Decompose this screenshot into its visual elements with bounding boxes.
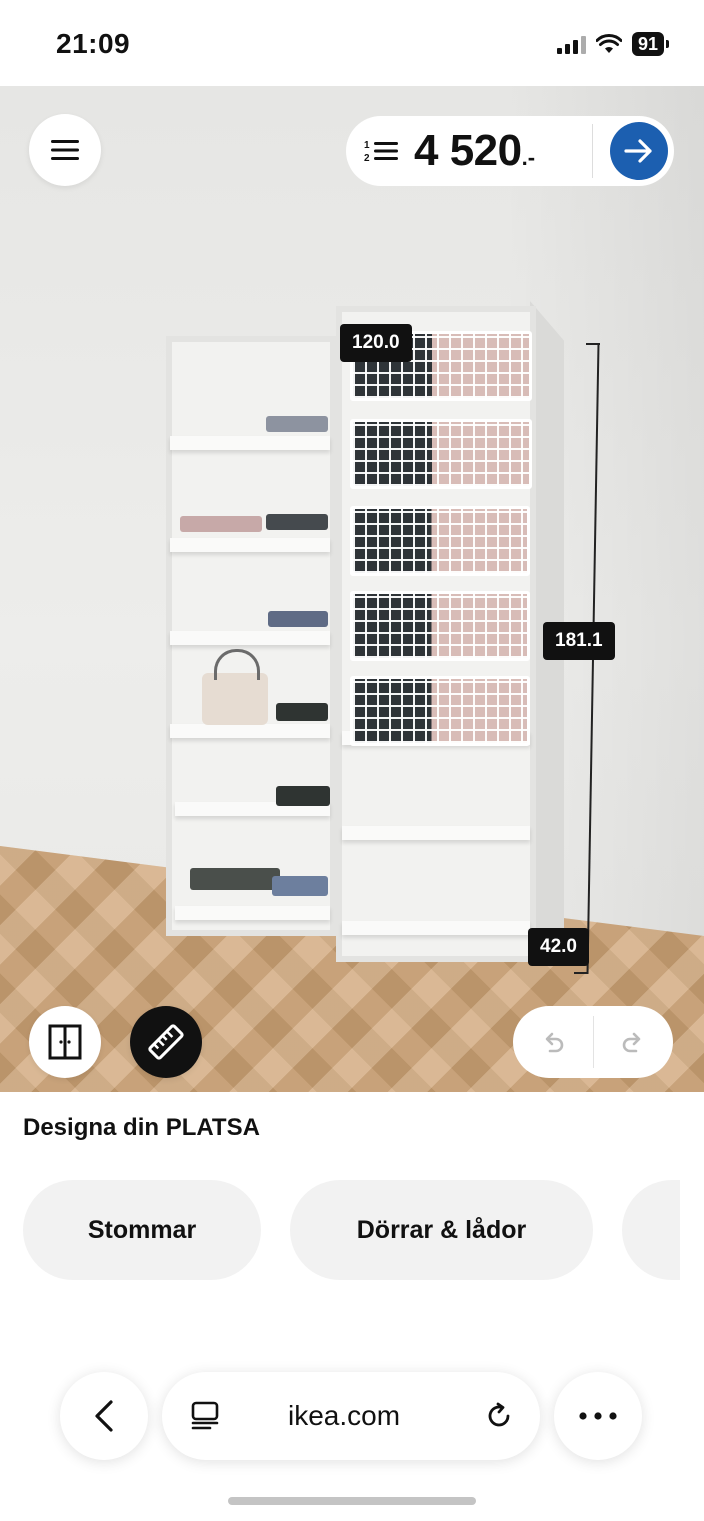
measure-cap — [586, 343, 600, 345]
page-icon — [191, 1401, 219, 1430]
chip-stommar[interactable]: Stommar — [23, 1180, 261, 1280]
svg-text:1: 1 — [364, 140, 370, 151]
folded-clothes — [272, 876, 328, 896]
hamburger-menu-icon — [51, 140, 79, 160]
reload-icon[interactable] — [484, 1401, 514, 1431]
status-time: 21:09 — [56, 28, 131, 59]
wire-basket — [350, 419, 532, 489]
cellular-signal-icon — [556, 34, 586, 54]
platsa-wardrobe-model[interactable]: 120.0 181.1 42.0 — [0, 86, 704, 1092]
shelf — [170, 436, 330, 450]
shelf — [170, 724, 330, 738]
double-door-icon — [48, 1024, 82, 1060]
folded-clothes — [266, 514, 328, 530]
chip-more[interactable] — [622, 1180, 680, 1280]
more-button[interactable] — [554, 1372, 642, 1460]
browser-toolbar: ikea.com — [0, 1360, 704, 1521]
doors-toggle-button[interactable] — [29, 1006, 101, 1078]
measure-cap — [574, 972, 588, 974]
divider — [592, 124, 593, 178]
numbered-list-icon: 1 2 — [364, 140, 398, 164]
undo-button[interactable] — [513, 1006, 593, 1078]
back-button[interactable] — [60, 1372, 148, 1460]
price-suffix: .- — [521, 145, 536, 170]
ruler-icon — [148, 1024, 184, 1060]
panel-title: Designa din PLATSA — [23, 1114, 260, 1141]
wifi-icon — [595, 34, 622, 53]
handbag — [202, 649, 268, 725]
home-indicator — [228, 1497, 476, 1505]
folded-clothes — [268, 611, 328, 627]
shelf — [342, 921, 530, 935]
measure-toggle-button[interactable] — [130, 1006, 202, 1078]
battery-indicator: 91 — [631, 32, 670, 56]
wire-basket — [350, 591, 530, 661]
folded-clothes — [276, 703, 328, 721]
address-bar[interactable]: ikea.com — [162, 1372, 540, 1460]
chip-dorrar-lador[interactable]: Dörrar & lådor — [290, 1180, 593, 1280]
shelf — [170, 631, 330, 645]
continue-button[interactable] — [610, 122, 668, 180]
status-bar: 21:09 91 — [0, 0, 704, 86]
folded-clothes — [266, 416, 328, 432]
arrow-right-icon — [624, 139, 652, 163]
folded-clothes — [180, 516, 262, 532]
undo-icon — [545, 1032, 564, 1053]
more-icon — [579, 1412, 617, 1420]
shelf — [342, 826, 530, 840]
wire-basket — [350, 676, 530, 746]
folded-clothes — [276, 786, 330, 806]
menu-button[interactable] — [29, 114, 101, 186]
svg-text:2: 2 — [364, 153, 370, 164]
folded-clothes — [190, 868, 280, 890]
status-icons: 91 — [556, 32, 670, 56]
shelf — [175, 906, 330, 920]
redo-button[interactable] — [594, 1006, 674, 1078]
undo-redo-group — [513, 1006, 673, 1078]
wardrobe-3d-view[interactable]: 120.0 181.1 42.0 1 2 4 520 .- — [0, 86, 704, 1092]
height-label: 181.1 — [543, 622, 615, 660]
url-text: ikea.com — [288, 1400, 401, 1431]
chevron-left-icon — [95, 1400, 113, 1432]
wire-basket — [350, 506, 530, 576]
price-summary[interactable]: 1 2 4 520 .- — [346, 116, 674, 186]
shelf — [170, 538, 330, 552]
redo-icon — [622, 1032, 641, 1053]
width-label: 120.0 — [340, 324, 412, 362]
depth-label: 42.0 — [528, 928, 589, 966]
total-price: 4 520 — [414, 126, 522, 175]
